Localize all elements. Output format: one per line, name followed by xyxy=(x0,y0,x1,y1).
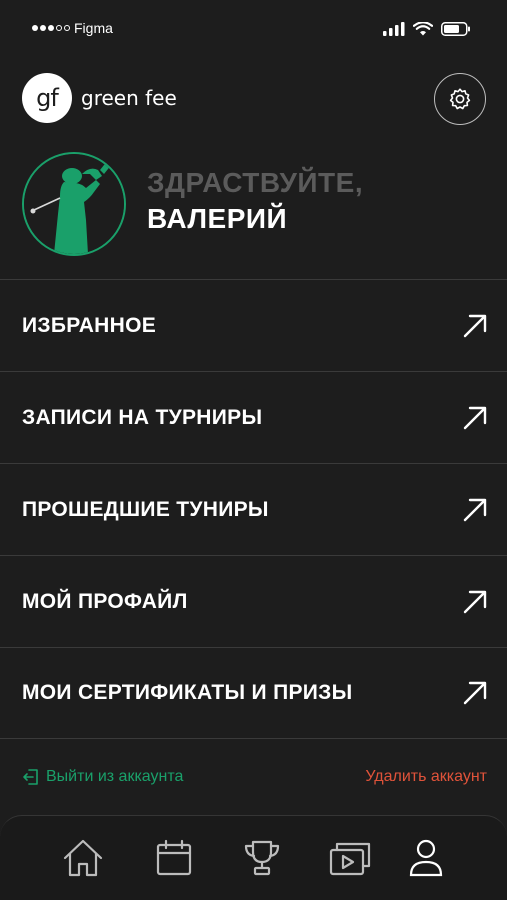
menu-item-favorites[interactable]: ИЗБРАННОЕ xyxy=(0,279,507,371)
menu-item-certificates-prizes[interactable]: МОИ СЕРТИФИКАТЫ И ПРИЗЫ xyxy=(0,647,507,739)
logout-icon xyxy=(23,769,38,785)
logo-mark: gf xyxy=(36,84,59,112)
greeting-user-name: ВАЛЕРИЙ xyxy=(147,203,288,234)
wifi-icon xyxy=(413,22,433,36)
app-logo: gf xyxy=(22,73,72,123)
arrow-up-right-icon xyxy=(463,681,487,705)
cellular-icon xyxy=(383,22,405,36)
battery-icon xyxy=(441,22,470,36)
logout-link[interactable]: Выйти из аккаунта xyxy=(22,768,183,786)
tab-profile[interactable] xyxy=(404,836,448,880)
menu-item-past-tournaments[interactable]: ПРОШЕДШИЕ ТУНИРЫ xyxy=(0,463,507,555)
menu-item-label: МОЙ ПРОФАЙЛ xyxy=(22,589,188,613)
settings-button[interactable] xyxy=(434,73,486,125)
menu-item-tournament-registrations[interactable]: ЗАПИСИ НА ТУРНИРЫ xyxy=(0,371,507,463)
menu-item-label: МОИ СЕРТИФИКАТЫ И ПРИЗЫ xyxy=(22,681,353,704)
arrow-up-right-icon xyxy=(463,590,487,613)
greeting-title: ЗДРАСТВУЙТЕ, xyxy=(147,167,364,198)
carrier-name: Figma xyxy=(74,20,113,36)
avatar xyxy=(22,152,126,256)
arrow-up-right-icon xyxy=(463,498,487,521)
menu-item-my-profile[interactable]: МОЙ ПРОФАЙЛ xyxy=(0,555,507,647)
profile-icon xyxy=(409,839,443,877)
tab-calendar[interactable] xyxy=(152,836,196,880)
calendar-icon xyxy=(156,839,192,876)
app-name: green fee xyxy=(81,86,177,110)
menu-item-label: ЗАПИСИ НА ТУРНИРЫ xyxy=(22,405,263,429)
tab-tournaments[interactable] xyxy=(240,836,284,880)
logout-label: Выйти из аккаунта xyxy=(46,768,184,785)
golfer-silhouette-icon xyxy=(24,154,124,254)
profile-menu: ИЗБРАННОЕ ЗАПИСИ НА ТУРНИРЫ ПРОШЕДШИЕ ТУ… xyxy=(0,279,507,739)
signal-dots-icon xyxy=(32,25,70,31)
arrow-up-right-icon xyxy=(463,406,487,429)
settings-icon xyxy=(449,88,471,110)
tab-home[interactable] xyxy=(61,836,105,880)
arrow-up-right-icon xyxy=(463,314,487,337)
status-icons xyxy=(383,22,471,36)
bottom-tab-bar xyxy=(0,815,507,900)
tab-videos[interactable] xyxy=(328,836,372,880)
carrier-info: Figma xyxy=(32,20,113,36)
trophy-icon xyxy=(244,840,280,876)
menu-item-label: ИЗБРАННОЕ xyxy=(22,313,157,337)
video-icon xyxy=(329,842,371,876)
menu-item-label: ПРОШЕДШИЕ ТУНИРЫ xyxy=(22,497,269,521)
home-icon xyxy=(63,839,103,877)
status-bar: Figma xyxy=(0,0,507,60)
delete-account-link[interactable]: Удалить аккаунт xyxy=(365,768,487,786)
